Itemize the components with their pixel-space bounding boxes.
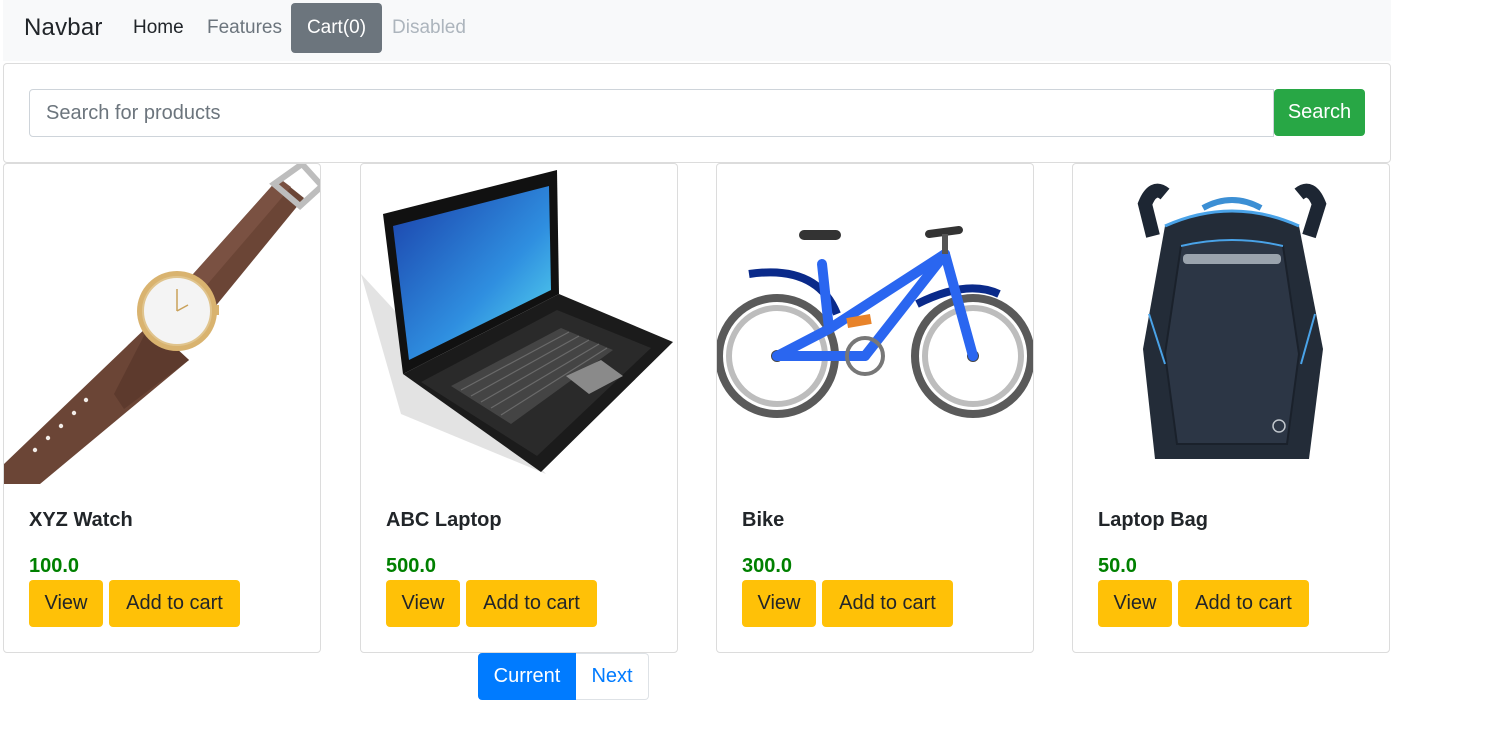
page-next-button[interactable]: Next (576, 653, 649, 700)
nav-link-features[interactable]: Features (207, 17, 282, 39)
product-price: 300.0 (742, 555, 793, 577)
bike-image[interactable] (717, 164, 1034, 484)
watch-image[interactable] (4, 164, 321, 484)
search-input[interactable] (29, 89, 1274, 137)
nav-link-disabled: Disabled (392, 17, 466, 38)
view-button[interactable]: View (386, 580, 460, 627)
product-card: Laptop Bag 50.0 View Add to cart (1072, 163, 1390, 653)
backpack-image[interactable] (1073, 164, 1390, 484)
add-to-cart-button[interactable]: Add to cart (822, 580, 953, 627)
view-button[interactable]: View (29, 580, 103, 627)
search-button[interactable]: Search (1274, 89, 1365, 136)
product-card: XYZ Watch 100.0 View Add to cart (3, 163, 321, 653)
page-current-button[interactable]: Current (478, 653, 576, 700)
product-name: XYZ Watch (29, 509, 133, 531)
navbar: Navbar Home Features Cart(0) Disabled (3, 0, 1391, 61)
product-name: Laptop Bag (1098, 509, 1208, 531)
product-card: ABC Laptop 500.0 View Add to cart (360, 163, 678, 653)
product-name: Bike (742, 509, 785, 531)
view-button[interactable]: View (742, 580, 816, 627)
navbar-brand[interactable]: Navbar (24, 14, 103, 42)
pagination: Current Next (478, 653, 649, 700)
product-price: 50.0 (1098, 555, 1137, 577)
product-price: 500.0 (386, 555, 437, 577)
product-price: 100.0 (29, 555, 80, 577)
nav-link-home[interactable]: Home (133, 17, 184, 39)
add-to-cart-button[interactable]: Add to cart (109, 580, 240, 627)
search-card: Search (3, 63, 1391, 163)
nav-link-cart[interactable]: Cart(0) (291, 3, 382, 53)
add-to-cart-button[interactable]: Add to cart (466, 580, 597, 627)
add-to-cart-button[interactable]: Add to cart (1178, 580, 1309, 627)
laptop-image[interactable] (361, 164, 678, 484)
product-name: ABC Laptop (386, 509, 502, 531)
product-card: Bike 300.0 View Add to cart (716, 163, 1034, 653)
view-button[interactable]: View (1098, 580, 1172, 627)
